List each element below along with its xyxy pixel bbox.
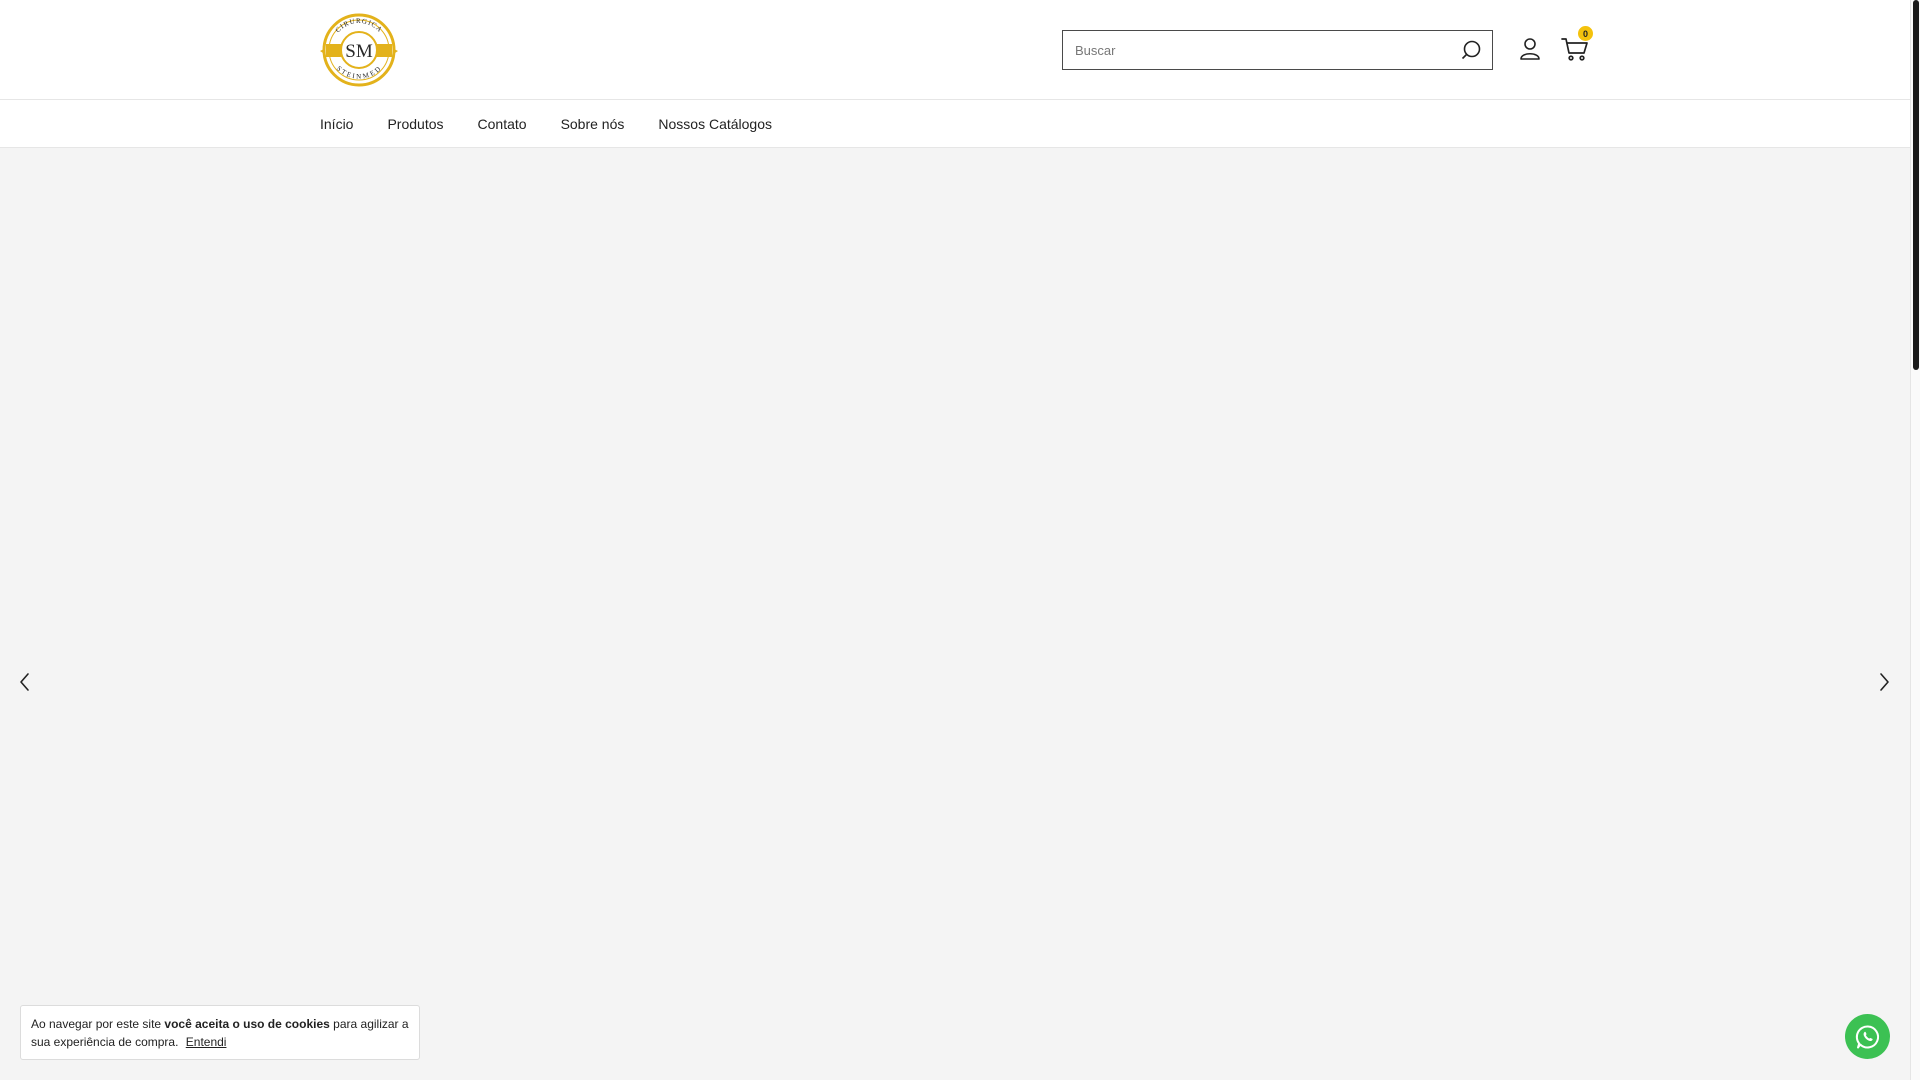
cookie-text-bold: você aceita o uso de cookies: [164, 1017, 330, 1031]
cart-count-badge: 0: [1578, 26, 1593, 41]
whatsapp-icon: [1855, 1025, 1879, 1048]
search-box: [1062, 30, 1493, 70]
cookie-text-before: Ao navegar por este site: [31, 1017, 165, 1031]
logo-emblem: SM CIRURGICA STEINMED: [320, 13, 398, 87]
nav-item-inicio[interactable]: Início: [320, 116, 353, 132]
hero-slider: [0, 148, 1910, 1080]
search-icon[interactable]: [1460, 39, 1482, 61]
page: SM CIRURGICA STEINMED Buscar 0 Início Pr…: [0, 0, 1920, 1080]
scrollbar-thumb[interactable]: [1913, 0, 1919, 370]
page-scrollbar[interactable]: [1910, 0, 1920, 1080]
nav-item-nossos-catalogos[interactable]: Nossos Catálogos: [658, 116, 772, 132]
nav-item-sobre-nos[interactable]: Sobre nós: [561, 116, 625, 132]
site-header: SM CIRURGICA STEINMED Buscar 0: [0, 0, 1910, 100]
nav-item-produtos[interactable]: Produtos: [387, 116, 443, 132]
chevron-left-icon[interactable]: [15, 671, 35, 693]
cookie-notice: Ao navegar por este site você aceita o u…: [20, 1005, 420, 1060]
whatsapp-button[interactable]: [1845, 1014, 1890, 1059]
chevron-right-icon[interactable]: [1874, 671, 1894, 693]
nav-list: Início Produtos Contato Sobre nós Nossos…: [320, 100, 806, 148]
user-icon[interactable]: [1519, 37, 1541, 61]
main-nav: Início Produtos Contato Sobre nós Nossos…: [0, 100, 1910, 148]
search-input[interactable]: [1063, 31, 1443, 69]
logo-monogram: SM: [345, 41, 373, 62]
nav-item-contato[interactable]: Contato: [478, 116, 527, 132]
cookie-accept-button[interactable]: Entendi: [186, 1035, 227, 1049]
site-logo[interactable]: SM CIRURGICA STEINMED: [318, 13, 400, 87]
